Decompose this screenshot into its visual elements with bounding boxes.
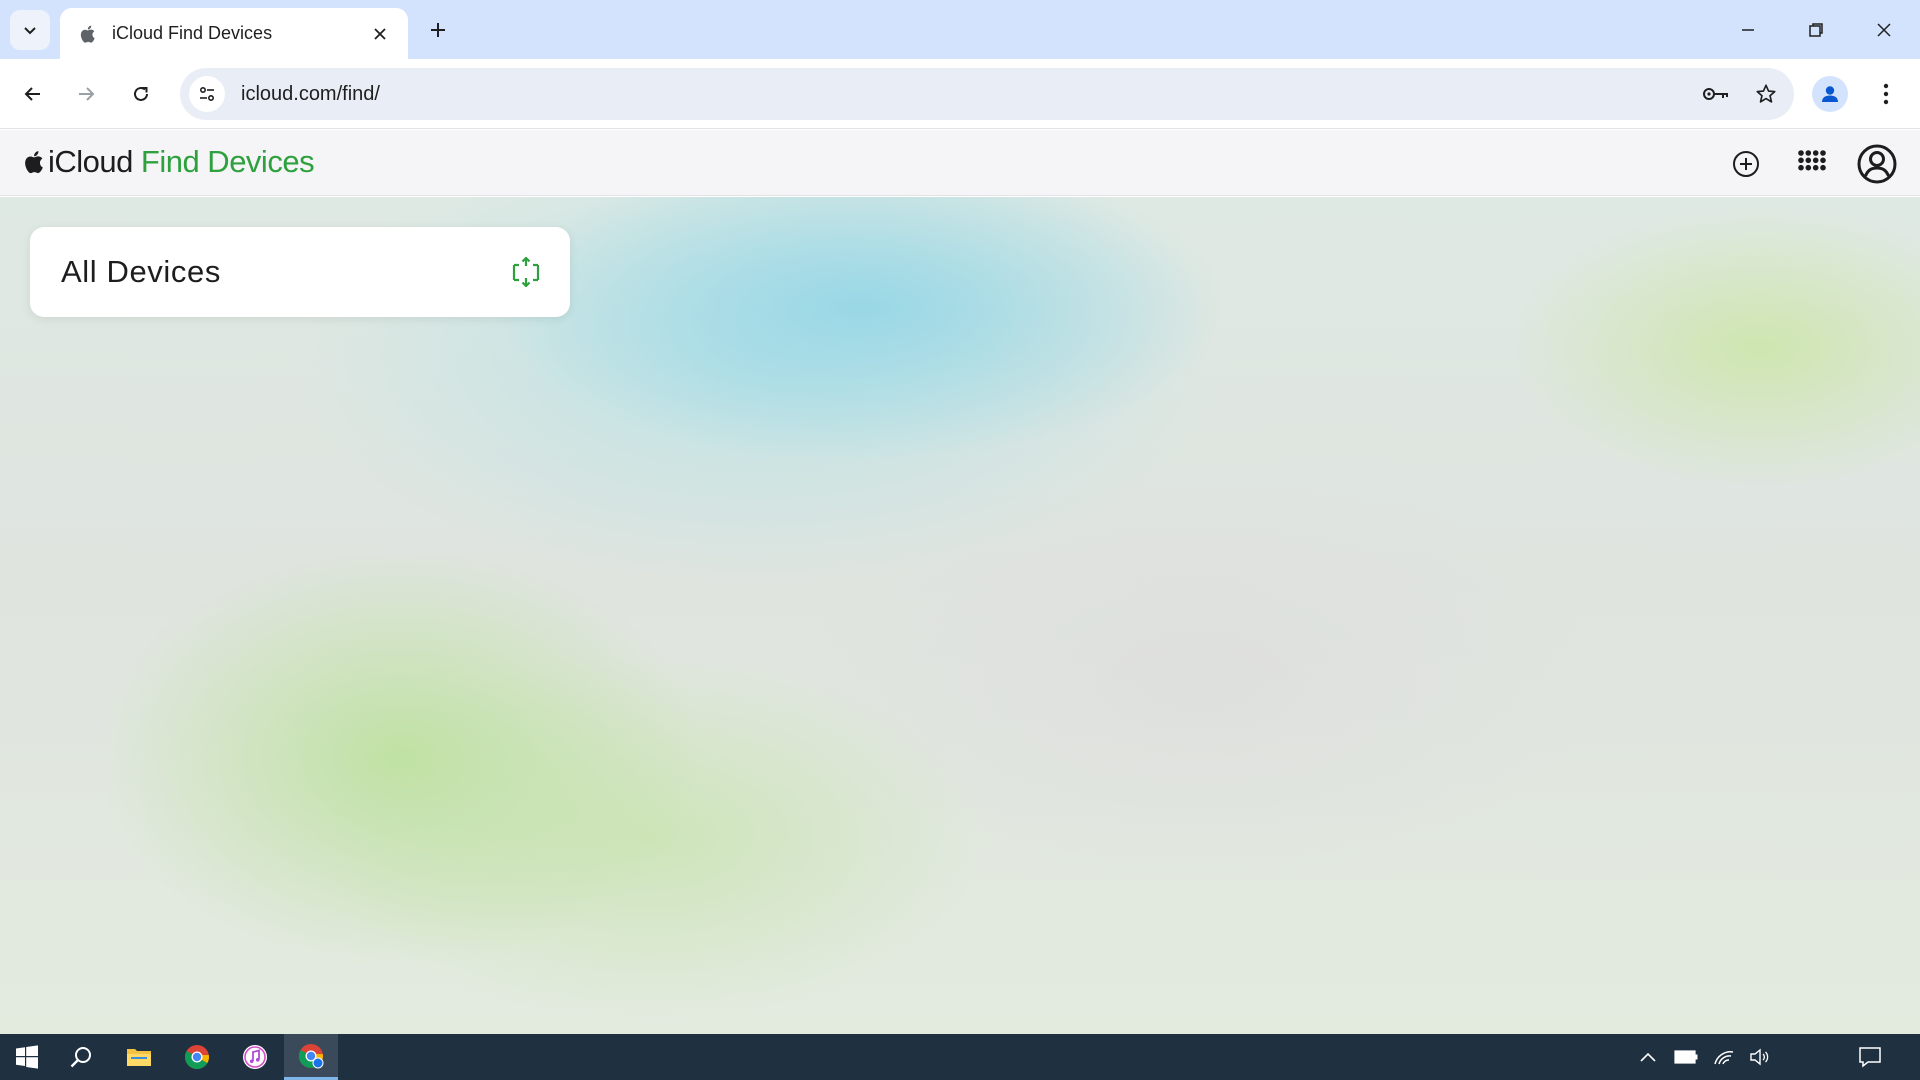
windows-taskbar — [0, 1034, 1920, 1080]
account-circle-icon — [1857, 144, 1897, 184]
plus-circle-icon — [1733, 151, 1759, 177]
back-button[interactable] — [13, 74, 53, 114]
plus-icon — [431, 23, 445, 37]
taskbar-itunes[interactable] — [228, 1034, 282, 1080]
tab-close-icon[interactable] — [366, 20, 394, 48]
tray-volume[interactable] — [1742, 1034, 1778, 1080]
folder-icon — [127, 1049, 151, 1066]
bookmark-star-icon[interactable] — [1744, 72, 1788, 116]
add-button[interactable] — [1725, 143, 1767, 185]
address-bar[interactable]: icloud.com/find/ — [180, 68, 1794, 120]
brand-icloud-text: iCloud — [48, 144, 133, 179]
tray-notifications[interactable] — [1852, 1034, 1888, 1080]
action-center-icon — [1859, 1047, 1881, 1068]
tab-search-button[interactable] — [10, 10, 50, 50]
expand-panel-button[interactable] — [506, 252, 546, 292]
password-key-icon[interactable] — [1694, 72, 1738, 116]
speaker-icon — [1750, 1048, 1769, 1066]
person-icon — [1822, 86, 1838, 102]
taskbar-chrome-active[interactable] — [284, 1034, 338, 1080]
site-settings-icon[interactable] — [189, 76, 225, 112]
map-background[interactable]: All Devices — [0, 197, 1920, 1034]
tray-show-hidden-button[interactable] — [1630, 1034, 1666, 1080]
browser-menu-button[interactable] — [1866, 74, 1906, 114]
forward-button[interactable] — [66, 74, 106, 114]
search-icon — [70, 1047, 91, 1068]
reload-icon — [134, 86, 148, 101]
chrome-icon — [184, 1045, 209, 1070]
account-button[interactable] — [1856, 143, 1898, 185]
all-devices-title: All Devices — [61, 254, 221, 289]
taskbar-chrome[interactable] — [170, 1034, 224, 1080]
icloud-brand[interactable]: iCloud Find Devices — [22, 144, 315, 180]
chevron-down-icon — [24, 27, 36, 35]
arrow-right-icon — [79, 87, 95, 101]
brand-section-text: Find Devices — [140, 144, 315, 179]
browser-tab-active[interactable]: iCloud Find Devices — [60, 8, 408, 59]
close-window-button[interactable] — [1850, 0, 1918, 59]
expand-icon — [512, 257, 540, 287]
apple-logo-icon — [22, 148, 46, 176]
chevron-up-icon — [1640, 1052, 1656, 1062]
battery-icon — [1674, 1050, 1698, 1064]
arrow-left-icon — [24, 87, 40, 101]
browser-toolbar: icloud.com/find/ — [0, 59, 1920, 129]
browser-tab-strip: iCloud Find Devices — [0, 0, 1920, 59]
taskbar-search-button[interactable] — [54, 1034, 108, 1080]
icloud-header: iCloud Find Devices — [0, 130, 1920, 196]
minimize-icon — [1742, 28, 1754, 31]
tray-network[interactable] — [1706, 1034, 1742, 1080]
all-devices-panel[interactable]: All Devices — [30, 227, 570, 317]
tray-battery[interactable] — [1668, 1034, 1704, 1080]
minimize-button[interactable] — [1714, 0, 1782, 59]
tab-title: iCloud Find Devices — [112, 23, 273, 43]
windows-logo-icon — [16, 1045, 38, 1069]
more-vertical-icon — [1883, 83, 1889, 105]
new-tab-button[interactable] — [420, 12, 456, 48]
restore-icon — [1809, 22, 1823, 37]
start-button[interactable] — [0, 1034, 54, 1080]
grid-icon — [1798, 150, 1826, 171]
music-note-icon — [243, 1045, 267, 1069]
restore-button[interactable] — [1782, 0, 1850, 59]
browser-profile-avatar[interactable] — [1812, 76, 1848, 112]
taskbar-file-explorer[interactable] — [112, 1034, 166, 1080]
chrome-profile-icon — [298, 1043, 324, 1068]
app-launcher-button[interactable] — [1791, 143, 1833, 185]
apple-favicon-icon — [76, 23, 98, 45]
close-icon — [1877, 22, 1891, 37]
url-text: icloud.com/find/ — [241, 82, 380, 105]
wifi-icon — [1714, 1051, 1734, 1065]
reload-button[interactable] — [121, 74, 161, 114]
